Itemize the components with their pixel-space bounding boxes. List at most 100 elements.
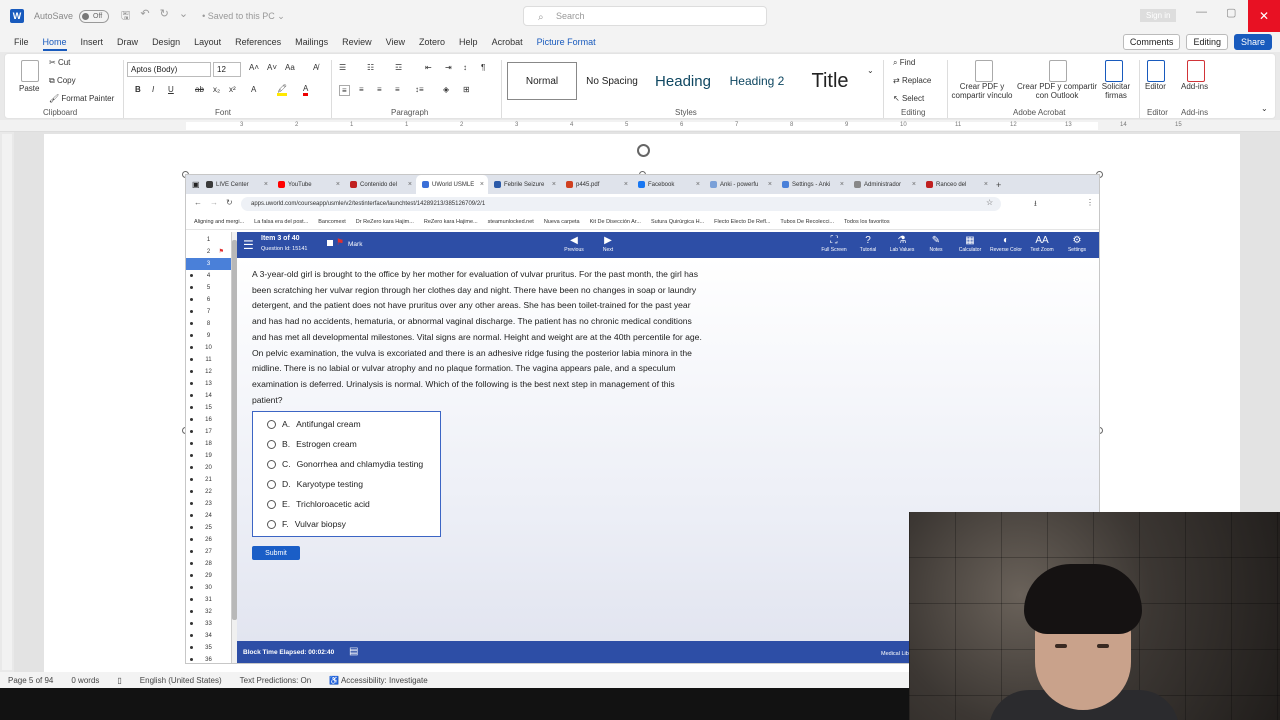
tab-help[interactable]: Help <box>452 32 485 52</box>
close-icon[interactable]: ✕ <box>1248 0 1280 32</box>
shading-icon[interactable]: ◈ <box>443 85 449 94</box>
sort-icon[interactable]: ↕ <box>463 63 467 72</box>
subscript-icon[interactable]: x₂ <box>213 85 220 94</box>
unanswered-dot <box>190 382 193 385</box>
style-heading[interactable]: Heading <box>647 62 719 100</box>
align-center-icon[interactable]: ≡ <box>359 85 364 94</box>
brush-icon: 🖌 <box>49 94 62 103</box>
change-case-icon[interactable]: Aa <box>285 63 295 72</box>
share-button[interactable]: Share <box>1233 34 1272 50</box>
styles-scroll-icon[interactable]: ⌄ <box>867 66 874 75</box>
editing-mode-button[interactable]: Editing <box>1186 34 1228 50</box>
paste-button[interactable]: Paste <box>19 84 39 93</box>
tab-file[interactable]: File <box>7 32 36 52</box>
format-painter-button[interactable]: 🖌 Format Painter <box>49 94 114 103</box>
multilevel-list-icon[interactable]: ☲ <box>395 63 402 72</box>
sign-in-button[interactable]: Sign in <box>1140 9 1177 22</box>
align-left-icon[interactable]: ≡ <box>339 85 350 96</box>
horizontal-ruler[interactable]: 3 2 1 1 2 3 4 5 6 7 8 9 10 11 12 13 14 15 <box>0 120 1280 132</box>
redo-icon[interactable]: ↻ <box>160 7 169 26</box>
font-family-select[interactable]: Aptos (Body) <box>127 62 211 77</box>
tab-design[interactable]: Design <box>145 32 187 52</box>
font-color-icon[interactable]: A <box>303 84 309 96</box>
autosave-toggle[interactable]: Off <box>79 9 110 23</box>
line-spacing-icon[interactable]: ↕≡ <box>415 85 424 94</box>
replace-button[interactable]: ⇄ Replace <box>893 76 931 85</box>
copy-button[interactable]: ⧉ Copy <box>49 76 76 86</box>
cut-button[interactable]: ✂ Cut <box>49 58 70 67</box>
select-button[interactable]: ↖ Select <box>893 94 924 103</box>
minimize-icon[interactable]: — <box>1196 6 1207 18</box>
create-pdf-share-link-button[interactable]: Crear PDF y compartir vínculo <box>951 82 1013 100</box>
ribbon-tabs: File Home Insert Draw Design Layout Refe… <box>0 32 1280 52</box>
add-ins-icon[interactable] <box>1187 60 1205 82</box>
pdf-outlook-icon[interactable] <box>1049 60 1067 82</box>
pdf-share-icon[interactable] <box>975 60 993 82</box>
editor-button[interactable]: Editor <box>1145 82 1166 91</box>
increase-indent-icon[interactable]: ⇥ <box>445 63 452 72</box>
request-signatures-button[interactable]: Solicitar firmas <box>1101 82 1131 100</box>
tab-view[interactable]: View <box>379 32 412 52</box>
tab-zotero[interactable]: Zotero <box>412 32 452 52</box>
word-count[interactable]: 0 words <box>71 676 99 685</box>
comments-button[interactable]: Comments <box>1122 34 1181 50</box>
highlight-icon[interactable]: 🖍 <box>277 84 288 96</box>
undo-icon[interactable]: ↶ <box>140 7 149 26</box>
superscript-icon[interactable]: x² <box>229 85 236 94</box>
clear-format-icon[interactable]: A̸ <box>313 63 318 72</box>
ribbon-separator <box>883 60 884 118</box>
close-tab-icon: × <box>407 181 412 188</box>
decrease-indent-icon[interactable]: ⇤ <box>425 63 432 72</box>
style-no-spacing[interactable]: No Spacing <box>581 62 643 100</box>
borders-icon[interactable]: ⊞ <box>463 85 470 94</box>
style-title[interactable]: Title <box>797 62 863 100</box>
tab-layout[interactable]: Layout <box>187 32 228 52</box>
add-ins-button[interactable]: Add-ins <box>1181 82 1208 91</box>
pilcrow-icon[interactable]: ¶ <box>481 63 485 72</box>
tab-draw[interactable]: Draw <box>110 32 145 52</box>
maximize-icon[interactable]: ▢ <box>1226 6 1236 19</box>
shrink-font-icon[interactable]: A˅ <box>267 63 277 72</box>
proofing-icon[interactable]: ▯ <box>117 676 121 685</box>
font-size-select[interactable]: 12 <box>213 62 241 77</box>
search-box[interactable]: ⌕ Search <box>523 6 767 26</box>
save-icon[interactable]: 🖫 <box>121 7 130 26</box>
tab-insert[interactable]: Insert <box>74 32 111 52</box>
find-button[interactable]: ⌕ Find <box>893 58 915 68</box>
collapse-ribbon-icon[interactable]: ⌄ <box>1261 104 1268 113</box>
align-right-icon[interactable]: ≡ <box>377 85 382 94</box>
tab-acrobat[interactable]: Acrobat <box>485 32 530 52</box>
customize-qat-icon[interactable]: ⌄ <box>179 7 188 26</box>
text-effects-icon[interactable]: A <box>251 85 256 94</box>
rotate-handle-icon[interactable] <box>637 144 650 157</box>
paste-icon[interactable] <box>21 60 39 82</box>
question-number-item: 12 <box>186 366 231 378</box>
question-number-item: 36 <box>186 654 231 663</box>
bold-icon[interactable]: B <box>135 85 141 94</box>
request-signatures-icon[interactable] <box>1105 60 1123 82</box>
vertical-ruler[interactable] <box>2 134 12 670</box>
tab-mailings[interactable]: Mailings <box>288 32 335 52</box>
text-predictions-status[interactable]: Text Predictions: On <box>240 676 312 685</box>
style-normal[interactable]: Normal <box>507 62 577 100</box>
tab-references[interactable]: References <box>228 32 288 52</box>
page-count[interactable]: Page 5 of 94 <box>8 676 53 685</box>
language-status[interactable]: English (United States) <box>140 676 222 685</box>
grow-font-icon[interactable]: A˄ <box>249 63 259 72</box>
numbering-icon[interactable]: ☷ <box>367 63 374 72</box>
accessibility-status[interactable]: ♿ Accessibility: Investigate <box>329 676 427 685</box>
create-pdf-outlook-button[interactable]: Crear PDF y compartir con Outlook <box>1015 82 1099 100</box>
tab-picture-format[interactable]: Picture Format <box>530 32 603 52</box>
unanswered-dot <box>190 322 193 325</box>
bullets-icon[interactable]: ☰ <box>339 63 346 72</box>
style-heading-2[interactable]: Heading 2 <box>723 62 791 100</box>
tab-home[interactable]: Home <box>36 32 74 52</box>
strikethrough-icon[interactable]: ab <box>195 85 204 94</box>
tab-review[interactable]: Review <box>335 32 379 52</box>
close-tab-icon: × <box>695 181 700 188</box>
italic-icon[interactable]: I <box>152 85 154 94</box>
editor-icon[interactable] <box>1147 60 1165 82</box>
justify-icon[interactable]: ≡ <box>395 85 400 94</box>
tutorial-tool: ? Tutorial <box>851 235 885 253</box>
underline-icon[interactable]: U <box>168 85 174 94</box>
